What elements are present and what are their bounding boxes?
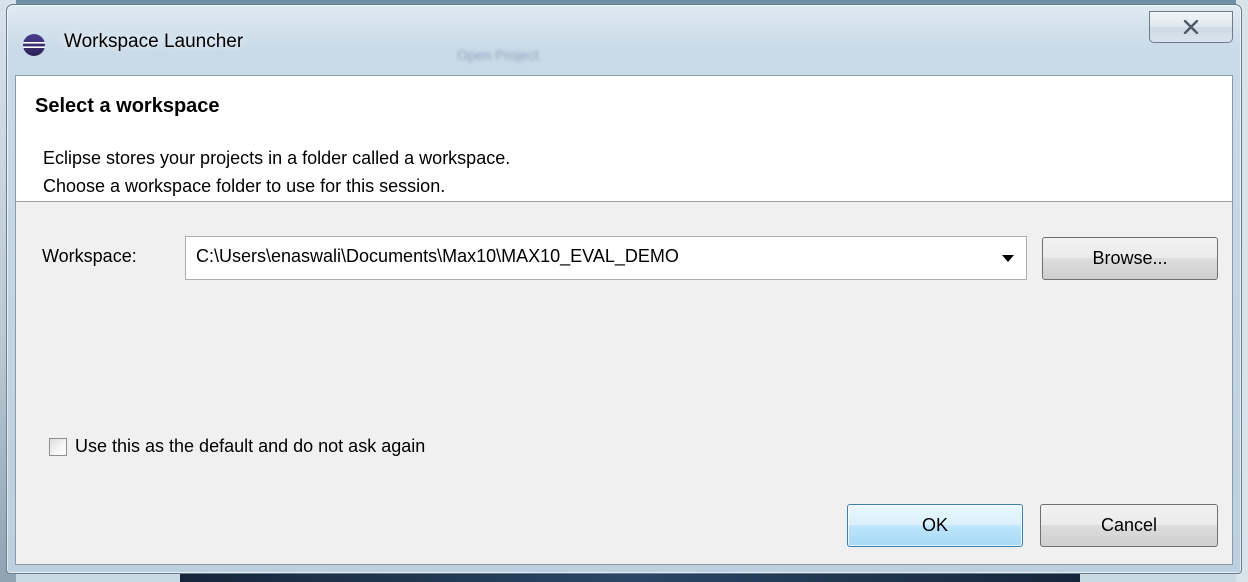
- description-line-1: Eclipse stores your projects in a folder…: [43, 148, 511, 168]
- workspace-path-value[interactable]: C:\Users\enaswali\Documents\Max10\MAX10_…: [196, 246, 679, 267]
- eclipse-icon: [23, 34, 45, 56]
- default-workspace-option[interactable]: Use this as the default and do not ask a…: [49, 436, 425, 457]
- browse-button[interactable]: Browse...: [1042, 237, 1218, 280]
- workspace-label: Workspace:: [42, 246, 137, 266]
- description-line-2: Choose a workspace folder to use for thi…: [43, 176, 446, 196]
- default-checkbox-label[interactable]: Use this as the default and do not ask a…: [75, 436, 425, 457]
- close-button[interactable]: [1149, 11, 1233, 43]
- default-checkbox[interactable]: [49, 437, 67, 456]
- ok-button[interactable]: OK: [847, 504, 1023, 547]
- workspace-combobox[interactable]: C:\Users\enaswali\Documents\Max10\MAX10_…: [185, 236, 1027, 280]
- window-title: Workspace Launcher: [64, 31, 244, 52]
- dialog-header: Select a workspace Eclipse stores your p…: [16, 76, 1232, 202]
- header-description: Eclipse stores your projects in a folder…: [43, 144, 510, 200]
- workspace-launcher-dialog: Workspace Launcher Open Project Select a…: [6, 4, 1242, 574]
- dialog-client-area: Select a workspace Eclipse stores your p…: [15, 75, 1233, 565]
- chevron-down-icon[interactable]: [1002, 255, 1014, 262]
- header-title: Select a workspace: [35, 95, 220, 117]
- cancel-button[interactable]: Cancel: [1040, 504, 1218, 547]
- title-bar[interactable]: Workspace Launcher Open Project: [7, 5, 1241, 77]
- close-icon: [1183, 20, 1199, 34]
- background-window-label: Open Project: [457, 47, 539, 63]
